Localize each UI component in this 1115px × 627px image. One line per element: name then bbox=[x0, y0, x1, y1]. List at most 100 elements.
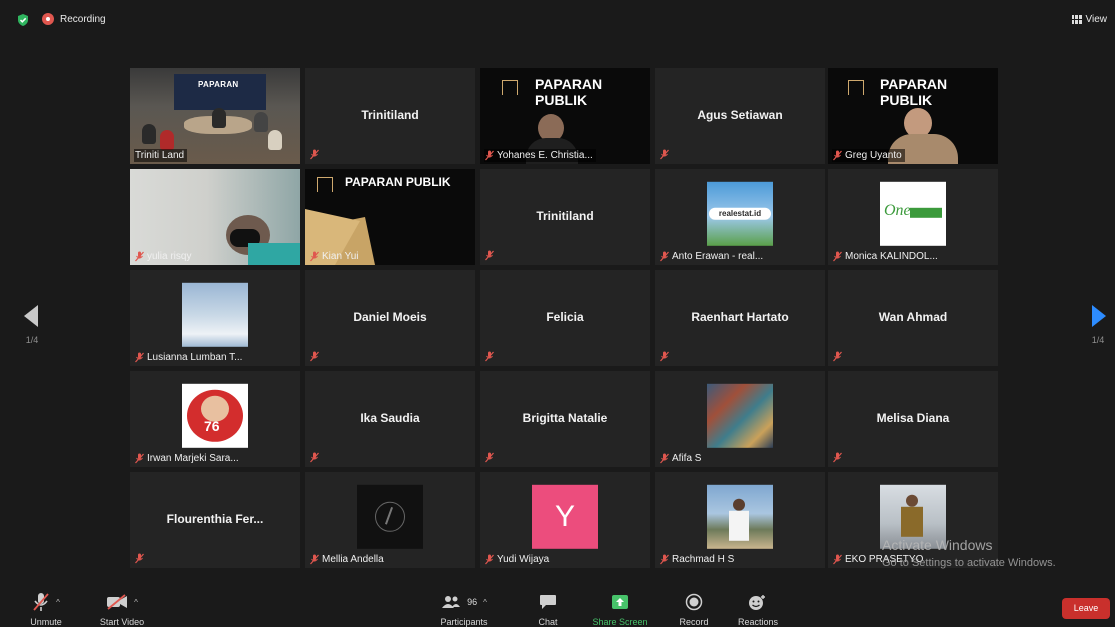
participant-tile[interactable]: realestat.id Anto Erawan - real... bbox=[655, 169, 825, 265]
chevron-left-icon bbox=[24, 305, 38, 327]
participant-tile[interactable]: Mellia Andella bbox=[305, 472, 475, 568]
record-icon bbox=[685, 593, 703, 611]
reactions-emoji-icon bbox=[749, 595, 765, 610]
participant-name-label: Triniti Land bbox=[134, 149, 188, 162]
profile-picture: Y bbox=[532, 484, 598, 549]
participant-tile[interactable]: PAPARAN PUBLIK Kian Yui bbox=[305, 169, 475, 265]
participant-tile[interactable]: yulia risqy bbox=[130, 169, 300, 265]
participants-button[interactable]: 96 ^ Participants bbox=[436, 591, 492, 627]
audio-options-chevron-icon[interactable]: ^ bbox=[56, 598, 60, 607]
recording-label: Recording bbox=[60, 13, 106, 25]
view-button[interactable]: View bbox=[1071, 14, 1108, 25]
previous-page-button[interactable]: 1/4 bbox=[17, 305, 47, 345]
participant-name-label: Irwan Marjeki Sara... bbox=[134, 452, 242, 465]
recording-indicator[interactable]: Recording bbox=[42, 13, 106, 25]
chat-button[interactable]: Chat bbox=[530, 591, 566, 627]
participant-name: Trinitiland bbox=[361, 108, 419, 122]
start-video-button[interactable]: ^ Start Video bbox=[94, 591, 150, 627]
participant-tile[interactable]: Wan Ahmad bbox=[828, 270, 998, 366]
participant-tile[interactable]: Flourenthia Fer... bbox=[130, 472, 300, 568]
muted-mic-icon bbox=[310, 554, 319, 565]
unmute-button[interactable]: ^ Unmute bbox=[22, 591, 70, 627]
participant-tile[interactable]: 76 Irwan Marjeki Sara... bbox=[130, 371, 300, 467]
participant-tile[interactable]: Afifa S bbox=[655, 371, 825, 467]
muted-mic-icon bbox=[833, 452, 842, 463]
participant-tile[interactable]: Agus Setiawan bbox=[655, 68, 825, 164]
participant-name-label: Monica KALINDOL... bbox=[832, 250, 941, 263]
muted-mic-icon bbox=[485, 452, 494, 463]
participant-name: Trinitiland bbox=[536, 209, 594, 223]
record-button[interactable]: Record bbox=[674, 591, 714, 627]
participant-tile[interactable]: Trinitiland bbox=[305, 68, 475, 164]
participant-tile[interactable]: Felicia bbox=[480, 270, 650, 366]
share-screen-icon bbox=[612, 595, 628, 609]
participant-name: Ika Saudia bbox=[360, 411, 420, 425]
muted-mic-icon bbox=[135, 352, 144, 363]
start-video-label: Start Video bbox=[99, 617, 145, 627]
participant-name: Agus Setiawan bbox=[697, 108, 783, 122]
muted-mic-icon bbox=[485, 554, 494, 565]
participant-tile[interactable]: One Monica KALINDOL... bbox=[828, 169, 998, 265]
muted-mic-icon bbox=[485, 150, 494, 161]
participant-tile[interactable]: Y Yudi Wijaya bbox=[480, 472, 650, 568]
profile-picture: realestat.id bbox=[707, 181, 773, 246]
gallery-grid-icon bbox=[1071, 15, 1082, 24]
participant-tile[interactable]: EKO PRASETYO bbox=[828, 472, 998, 568]
participant-tile[interactable]: Raenhart Hartato bbox=[655, 270, 825, 366]
participants-options-chevron-icon[interactable]: ^ bbox=[483, 598, 487, 607]
recording-icon bbox=[42, 13, 54, 25]
participant-name-label: yulia risqy bbox=[134, 250, 194, 263]
participant-tile[interactable]: PAPARAN PUBLIK Greg Uyanto bbox=[828, 68, 998, 164]
leave-meeting-button[interactable]: Leave bbox=[1062, 598, 1110, 619]
slide-title-2: PUBLIK bbox=[535, 92, 588, 108]
participant-tile[interactable]: Ika Saudia bbox=[305, 371, 475, 467]
gallery-view-grid: PAPARAN Triniti Land Trinitiland PAPARAN… bbox=[130, 68, 998, 568]
participant-name: Melisa Diana bbox=[876, 411, 950, 425]
participant-name: Daniel Moeis bbox=[353, 310, 427, 324]
participant-tile[interactable]: Melisa Diana bbox=[828, 371, 998, 467]
participant-tile[interactable]: Daniel Moeis bbox=[305, 270, 475, 366]
muted-mic-icon bbox=[485, 250, 494, 261]
page-indicator-right: 1/4 bbox=[1091, 335, 1105, 345]
participant-tile[interactable]: Brigitta Natalie bbox=[480, 371, 650, 467]
participant-name-label: Rachmad H S bbox=[659, 553, 737, 566]
activation-watermark-title: Activate Windows bbox=[882, 537, 993, 553]
muted-microphone-icon bbox=[33, 593, 49, 611]
chat-bubble-icon bbox=[540, 595, 556, 609]
meeting-top-bar: Recording View bbox=[0, 0, 1115, 42]
participant-tile[interactable]: PAPARAN PUBLIK Yohanes E. Christia... bbox=[480, 68, 650, 164]
participants-count: 96 bbox=[467, 597, 478, 607]
participant-tile[interactable]: Rachmad H S bbox=[655, 472, 825, 568]
slide-title: PAPARAN PUBLIK bbox=[345, 175, 451, 189]
video-options-chevron-icon[interactable]: ^ bbox=[134, 598, 138, 607]
unmute-label: Unmute bbox=[30, 617, 62, 627]
security-shield-icon[interactable] bbox=[16, 13, 30, 27]
participant-name-label: Mellia Andella bbox=[309, 553, 387, 566]
muted-mic-icon bbox=[310, 351, 319, 362]
slide-title: PAPARAN bbox=[880, 76, 948, 92]
participant-tile[interactable]: PAPARAN Triniti Land bbox=[130, 68, 300, 164]
participant-tile[interactable]: Trinitiland bbox=[480, 169, 650, 265]
next-page-button[interactable]: 1/4 bbox=[1083, 305, 1113, 345]
profile-picture: 76 bbox=[182, 383, 248, 448]
reactions-label: Reactions bbox=[737, 617, 779, 627]
muted-mic-icon bbox=[135, 553, 144, 564]
participant-tile[interactable]: Lusianna Lumban T... bbox=[130, 270, 300, 366]
profile-picture bbox=[357, 484, 423, 549]
muted-mic-icon bbox=[660, 149, 669, 160]
muted-mic-icon bbox=[310, 452, 319, 463]
participant-name-label: Anto Erawan - real... bbox=[659, 250, 766, 263]
muted-mic-icon bbox=[660, 554, 669, 565]
participant-name: Brigitta Natalie bbox=[522, 411, 608, 425]
reactions-button[interactable]: Reactions bbox=[734, 591, 782, 627]
profile-picture bbox=[707, 383, 773, 448]
profile-picture: One bbox=[880, 181, 946, 246]
slide-title-2: PUBLIK bbox=[880, 92, 933, 108]
share-screen-button[interactable]: Share Screen bbox=[590, 591, 650, 627]
participant-name: Raenhart Hartato bbox=[691, 310, 789, 324]
participant-name-label: Afifa S bbox=[659, 452, 704, 465]
view-label: View bbox=[1085, 14, 1108, 25]
room-screen-text: PAPARAN bbox=[198, 80, 239, 89]
muted-mic-icon bbox=[485, 351, 494, 362]
participant-name-label: Greg Uyanto bbox=[832, 149, 905, 162]
